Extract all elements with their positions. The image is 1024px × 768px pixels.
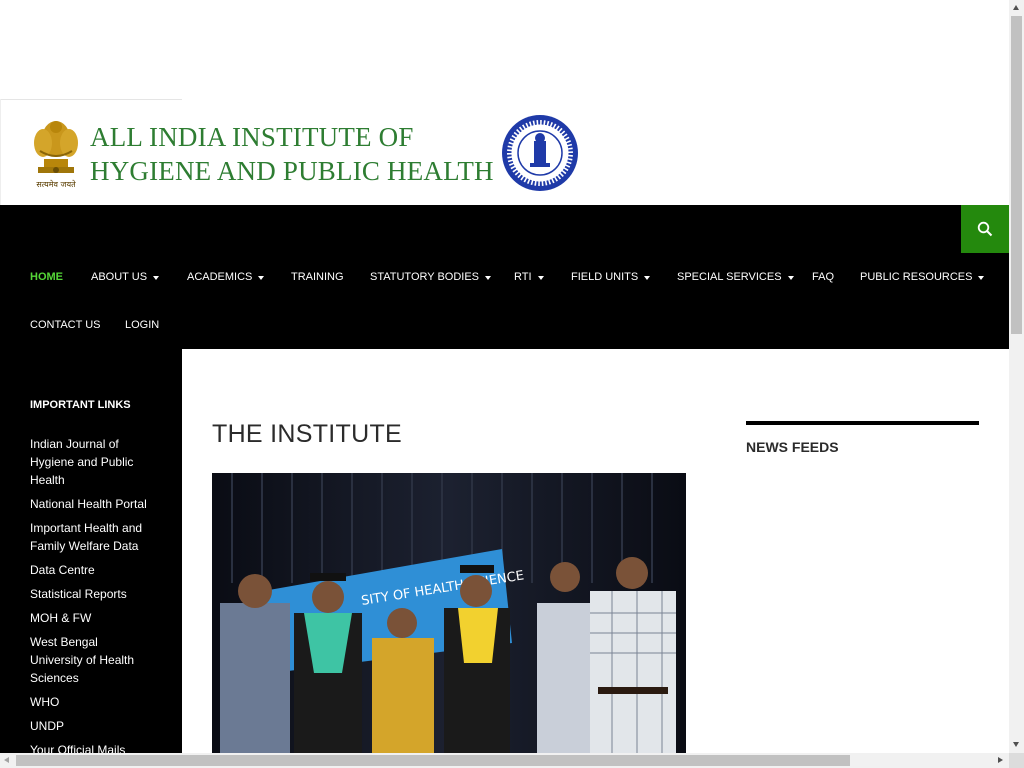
nav-item-label: ABOUT US bbox=[91, 271, 148, 283]
search-icon bbox=[977, 221, 993, 237]
vertical-scroll-thumb[interactable] bbox=[1011, 16, 1022, 334]
nav-item-faq[interactable]: FAQ bbox=[812, 253, 834, 301]
news-feeds-widget: NEWS FEEDS bbox=[746, 421, 979, 456]
nav-item-label: TRAINING bbox=[291, 271, 344, 283]
scroll-left-arrow-icon[interactable] bbox=[4, 757, 9, 763]
nav-item-label: CONTACT US bbox=[30, 319, 101, 331]
nav-item-special-services[interactable]: SPECIAL SERVICES bbox=[677, 253, 794, 301]
convocation-photo-image: SITY OF HEALTH SCIENCE bbox=[212, 473, 686, 753]
nav-item-field-units[interactable]: FIELD UNITS bbox=[571, 253, 651, 301]
nav-item-label: HOME bbox=[30, 271, 63, 283]
nav-item-label: LOGIN bbox=[125, 319, 160, 331]
nav-item-home[interactable]: HOME bbox=[30, 253, 63, 301]
nav-item-label: FAQ bbox=[812, 271, 835, 283]
sidebar-link[interactable]: UNDP bbox=[30, 717, 152, 735]
title-line-2: HYGIENE AND PUBLIC HEALTH bbox=[90, 156, 494, 186]
nav-item-training[interactable]: TRAINING bbox=[291, 253, 344, 301]
sidebar-link[interactable]: West Bengal University of Health Science… bbox=[30, 633, 152, 687]
search-toggle-button[interactable] bbox=[961, 205, 1009, 253]
vertical-scrollbar[interactable] bbox=[1009, 0, 1024, 753]
sidebar-link[interactable]: National Health Portal bbox=[30, 495, 152, 513]
horizontal-scroll-thumb[interactable] bbox=[16, 755, 850, 766]
sidebar-link[interactable]: Important Health and Family Welfare Data bbox=[30, 519, 152, 555]
dropdown-caret-icon bbox=[537, 275, 544, 280]
important-links-list: Indian Journal of Hygiene and Public Hea… bbox=[30, 435, 152, 753]
dropdown-caret-icon bbox=[153, 275, 160, 280]
primary-navigation: HOME ABOUT US ACADEMICS TRAINING STATUTORY B… bbox=[0, 205, 1009, 349]
nav-item-label: PUBLIC RESOURCES bbox=[860, 271, 973, 283]
institute-title: ALL INDIA INSTITUTE OF HYGIENE AND PUBLI… bbox=[90, 120, 494, 188]
page-title: THE INSTITUTE bbox=[212, 420, 403, 448]
institute-photo: SITY OF HEALTH SCIENCE bbox=[212, 473, 686, 753]
nav-item-label: RTI bbox=[514, 271, 532, 283]
nav-item-label: STATUTORY BODIES bbox=[370, 271, 480, 283]
site-header-banner: सत्यमेव जयते ALL INDIA INSTITUTE OF HYGI… bbox=[0, 99, 1009, 205]
nav-item-public-resources[interactable]: PUBLIC RESOURCES bbox=[860, 253, 985, 301]
dropdown-caret-icon bbox=[978, 275, 985, 280]
sidebar-link[interactable]: MOH & FW bbox=[30, 609, 152, 627]
emblem-motto: सत्यमेव जयते bbox=[36, 179, 76, 189]
nav-item-statutory-bodies[interactable]: STATUTORY BODIES bbox=[370, 253, 492, 301]
nav-item-label: SPECIAL SERVICES bbox=[677, 271, 782, 283]
institute-seal-icon bbox=[502, 115, 578, 191]
nav-item-login[interactable]: LOGIN bbox=[125, 301, 159, 349]
scroll-right-arrow-icon[interactable] bbox=[998, 757, 1003, 763]
sidebar-link[interactable]: Data Centre bbox=[30, 561, 152, 579]
page: सत्यमेव जयते ALL INDIA INSTITUTE OF HYGI… bbox=[0, 0, 1009, 753]
news-feeds-title: NEWS FEEDS bbox=[746, 439, 839, 455]
title-line-1: ALL INDIA INSTITUTE OF bbox=[90, 122, 414, 152]
nav-item-about-us[interactable]: ABOUT US bbox=[91, 253, 160, 301]
dropdown-caret-icon bbox=[485, 275, 492, 280]
horizontal-scrollbar[interactable] bbox=[0, 753, 1009, 768]
sidebar-link[interactable]: WHO bbox=[30, 693, 152, 711]
sidebar-link[interactable]: Statistical Reports bbox=[30, 585, 152, 603]
scroll-down-arrow-icon[interactable] bbox=[1013, 742, 1019, 747]
dropdown-caret-icon bbox=[644, 275, 651, 280]
divider bbox=[0, 99, 182, 100]
sidebar-heading: IMPORTANT LINKS bbox=[30, 399, 131, 411]
nav-item-academics[interactable]: ACADEMICS bbox=[187, 253, 265, 301]
sidebar-link[interactable]: Your Official Mails bbox=[30, 741, 152, 753]
dropdown-caret-icon bbox=[258, 275, 265, 280]
divider bbox=[0, 99, 1, 205]
nav-item-label: FIELD UNITS bbox=[571, 271, 639, 283]
dropdown-caret-icon bbox=[787, 275, 794, 280]
scrollbar-corner bbox=[1009, 753, 1024, 768]
nav-item-label: ACADEMICS bbox=[187, 271, 253, 283]
sidebar: IMPORTANT LINKS Indian Journal of Hygien… bbox=[0, 349, 182, 753]
state-emblem-icon: सत्यमेव जयते bbox=[34, 121, 78, 189]
nav-item-contact-us[interactable]: CONTACT US bbox=[30, 301, 101, 349]
nav-item-rti[interactable]: RTI bbox=[514, 253, 544, 301]
scroll-up-arrow-icon[interactable] bbox=[1013, 5, 1019, 10]
sidebar-link[interactable]: Indian Journal of Hygiene and Public Hea… bbox=[30, 435, 152, 489]
